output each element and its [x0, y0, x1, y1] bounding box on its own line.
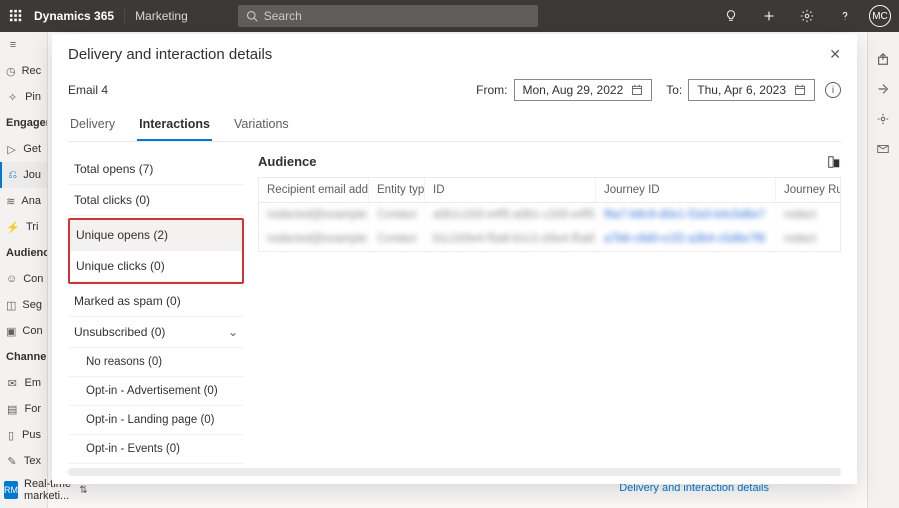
nav-journeys[interactable]: ⎌Jou	[0, 162, 47, 188]
metric-optin-ad[interactable]: Opt-in - Advertisement (0)	[68, 377, 244, 406]
metric-unique-opens[interactable]: Unique opens (2)	[70, 220, 242, 251]
app-launcher-icon[interactable]	[8, 8, 24, 24]
brand-label: Dynamics 365	[34, 9, 114, 23]
metric-unique-clicks[interactable]: Unique clicks (0)	[70, 251, 242, 282]
nav-analytics[interactable]: ≋Ana	[0, 188, 47, 214]
metric-optin-ev[interactable]: Opt-in - Events (0)	[68, 435, 244, 464]
metrics-list: Total opens (7) Total clicks (0) Unique …	[68, 154, 244, 468]
col-journey[interactable]: Journey ID	[596, 178, 776, 203]
close-icon[interactable]: ✕	[829, 46, 841, 63]
metric-marked-spam[interactable]: Marked as spam (0)	[68, 286, 244, 317]
horizontal-scrollbar[interactable]	[68, 468, 841, 476]
nav-section-engagement: Engagem	[0, 110, 47, 136]
left-nav: ≡ ◷Rec ✧Pin Engagem ▷Get ⎌Jou ≋Ana ⚡Tri …	[0, 32, 48, 508]
col-email[interactable]: Recipient email address	[259, 178, 369, 203]
module-label: Marketing	[124, 9, 188, 23]
email-name: Email 4	[68, 83, 108, 97]
app-topbar: Dynamics 365 Marketing Search MC	[0, 0, 899, 32]
nav-consent[interactable]: ▣Con	[0, 318, 47, 344]
nav-hamburger[interactable]: ≡	[0, 32, 47, 58]
details-modal: Delivery and interaction details ✕ Email…	[52, 34, 857, 484]
highlight-box: Unique opens (2) Unique clicks (0)	[68, 218, 244, 284]
col-entity[interactable]: Entity type	[369, 178, 425, 203]
chevron-down-icon: ⌄	[228, 325, 238, 339]
nav-segments[interactable]: ◫Seg	[0, 292, 47, 318]
rail-mail-icon[interactable]	[876, 142, 892, 158]
metric-optin-lp[interactable]: Opt-in - Landing page (0)	[68, 406, 244, 435]
nav-pinned[interactable]: ✧Pin	[0, 84, 47, 110]
metric-total-opens[interactable]: Total opens (7)	[68, 154, 244, 185]
table-row[interactable]: redacted@example.com Contact a0b1c2d3-e4…	[259, 203, 840, 227]
search-placeholder: Search	[264, 9, 302, 23]
calendar-icon	[631, 84, 643, 96]
lightbulb-icon[interactable]	[717, 2, 745, 30]
search-icon	[246, 10, 258, 22]
nav-recent[interactable]: ◷Rec	[0, 58, 47, 84]
nav-triggers[interactable]: ⚡Tri	[0, 214, 47, 240]
help-icon[interactable]	[831, 2, 859, 30]
tab-variations[interactable]: Variations	[232, 117, 291, 141]
avatar[interactable]: MC	[869, 5, 891, 27]
rail-gear-icon[interactable]	[876, 112, 892, 128]
nav-emails[interactable]: ✉Em	[0, 370, 47, 396]
rail-share-icon[interactable]	[876, 82, 892, 98]
tab-interactions[interactable]: Interactions	[137, 117, 212, 141]
info-icon[interactable]: i	[825, 82, 841, 98]
metric-unsubscribed[interactable]: Unsubscribed (0) ⌄	[68, 317, 244, 348]
calendar-icon	[794, 84, 806, 96]
plus-icon[interactable]	[755, 2, 783, 30]
col-id[interactable]: ID	[425, 178, 596, 203]
grid-header: Recipient email address Entity type ID J…	[259, 178, 840, 203]
metric-total-clicks[interactable]: Total clicks (0)	[68, 185, 244, 216]
audience-heading: Audience	[258, 154, 317, 169]
rm-badge: RM	[4, 481, 18, 499]
to-date-picker[interactable]: Thu, Apr 6, 2023	[688, 79, 815, 101]
rail-export-icon[interactable]	[876, 52, 892, 68]
modal-title: Delivery and interaction details	[68, 46, 272, 63]
gear-icon[interactable]	[793, 2, 821, 30]
tabs: Delivery Interactions Variations	[68, 117, 841, 142]
right-rail	[867, 32, 899, 508]
nav-forms[interactable]: ▤For	[0, 396, 47, 422]
audience-panel: Audience Recipient email address Entity …	[258, 154, 841, 468]
table-row[interactable]: redacted@example.com Contact b1c2d3e4-f5…	[259, 227, 840, 251]
tab-delivery[interactable]: Delivery	[68, 117, 117, 141]
from-date-picker[interactable]: Mon, Aug 29, 2022	[514, 79, 653, 101]
nav-text[interactable]: ✎Tex	[0, 448, 47, 474]
nav-section-audience: Audienc	[0, 240, 47, 266]
global-search[interactable]: Search	[238, 5, 538, 27]
nav-contacts[interactable]: ☺Con	[0, 266, 47, 292]
col-run[interactable]: Journey Run	[776, 178, 840, 203]
to-label: To:	[666, 83, 682, 97]
from-label: From:	[476, 83, 507, 97]
audience-grid: Recipient email address Entity type ID J…	[258, 177, 841, 252]
metric-no-reasons[interactable]: No reasons (0)	[68, 348, 244, 377]
export-icon[interactable]	[827, 155, 841, 169]
nav-get-started[interactable]: ▷Get	[0, 136, 47, 162]
nav-push[interactable]: ▯Pus	[0, 422, 47, 448]
nav-section-channels: Channel	[0, 344, 47, 370]
